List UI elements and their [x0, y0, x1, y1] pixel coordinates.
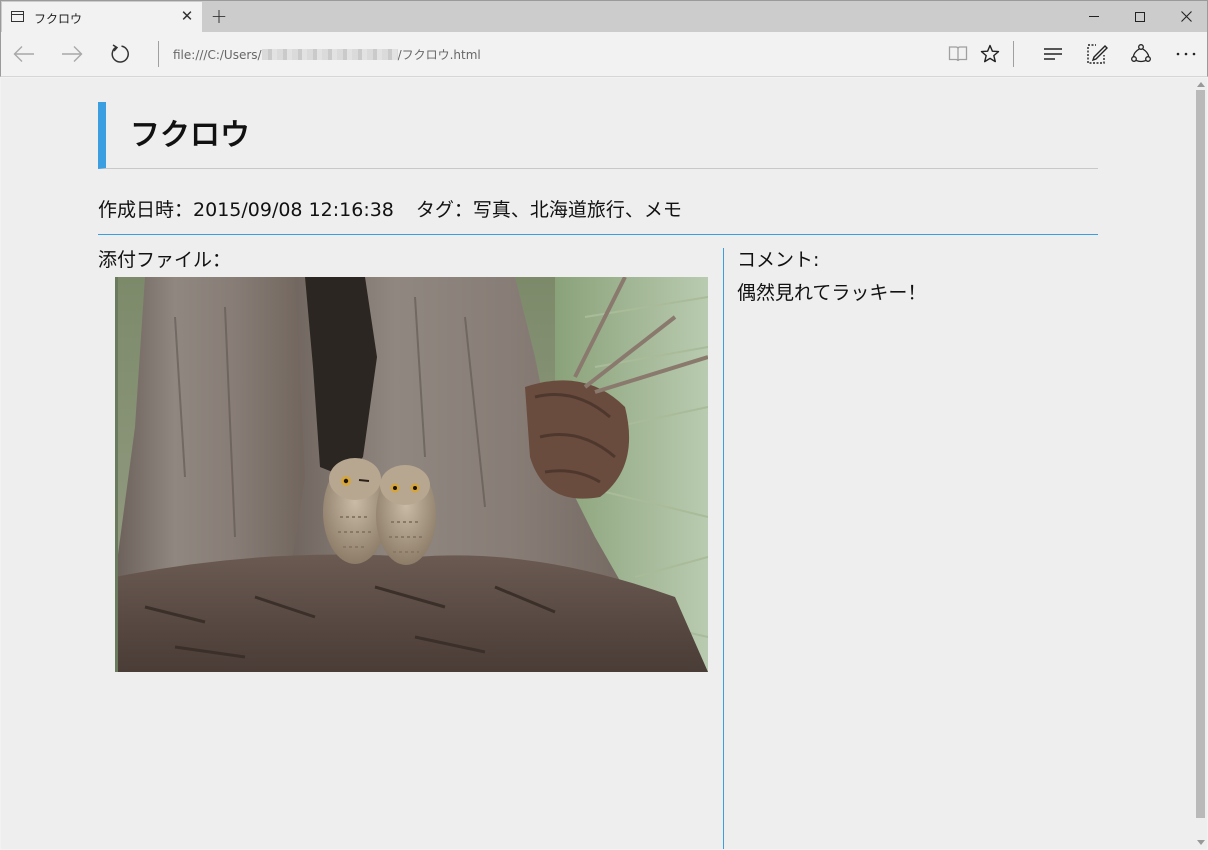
- redacted-username: [261, 49, 398, 60]
- share-button[interactable]: [1126, 39, 1156, 69]
- url-suffix: /フクロウ.html: [397, 48, 481, 62]
- attachment-label: 添付ファイル：: [98, 249, 232, 271]
- attachment-column: 添付ファイル：: [98, 248, 723, 849]
- forward-button[interactable]: [57, 39, 87, 69]
- window-icon: [11, 11, 24, 22]
- browser-tab[interactable]: フクロウ ✕: [2, 2, 202, 33]
- scroll-up-icon[interactable]: [1197, 82, 1205, 87]
- scroll-down-icon[interactable]: [1197, 840, 1205, 845]
- new-tab-button[interactable]: +: [208, 5, 230, 27]
- more-icon: [1176, 52, 1196, 56]
- url-prefix: file:///C:/Users/: [173, 48, 262, 62]
- share-icon: [1131, 44, 1151, 63]
- maximize-button[interactable]: [1117, 1, 1163, 32]
- created-value: 2015/09/08 12:16:38: [193, 199, 394, 221]
- close-icon: [1180, 11, 1192, 22]
- close-window-button[interactable]: [1163, 1, 1208, 32]
- scroll-thumb[interactable]: [1196, 90, 1205, 818]
- comment-label: コメント:: [737, 249, 820, 271]
- toolbar-separator-2: [1013, 41, 1014, 67]
- back-icon: [13, 46, 34, 62]
- column-divider: [723, 248, 724, 849]
- comment-text: 偶然見れてラッキー！: [737, 282, 927, 304]
- web-note-button[interactable]: [1082, 39, 1112, 69]
- page-title: フクロウ: [130, 118, 250, 153]
- tag-label: タグ：: [415, 199, 473, 221]
- hub-button[interactable]: [1038, 39, 1068, 69]
- forward-icon: [62, 46, 83, 62]
- star-icon: [980, 44, 1000, 63]
- web-note-icon: [1087, 44, 1108, 64]
- navigation-bar: file:///C:/Users/ /フクロウ.html: [0, 32, 1208, 77]
- page-heading: フクロウ: [98, 102, 1098, 169]
- title-bar: フクロウ ✕ +: [0, 0, 1208, 33]
- reading-view-button[interactable]: [943, 39, 973, 69]
- back-button[interactable]: [9, 39, 39, 69]
- refresh-button[interactable]: [105, 39, 135, 69]
- more-button[interactable]: [1171, 39, 1201, 69]
- close-tab-icon[interactable]: ✕: [179, 7, 195, 25]
- tag-value: 写真、北海道旅行、メモ: [472, 199, 682, 221]
- vertical-scrollbar[interactable]: [1194, 78, 1207, 849]
- reading-view-icon: [948, 46, 968, 62]
- hub-icon: [1044, 48, 1062, 60]
- metadata-row: 作成日時：2015/09/08 12:16:38 タグ：写真、北海道旅行、メモ: [98, 195, 1098, 235]
- owl-photo: [115, 277, 708, 672]
- favorite-button[interactable]: [975, 39, 1005, 69]
- comment-column: コメント: 偶然見れてラッキー！: [737, 248, 1097, 305]
- page-viewport: フクロウ 作成日時：2015/09/08 12:16:38 タグ：写真、北海道旅行…: [1, 78, 1194, 849]
- refresh-icon: [111, 44, 129, 63]
- owl-photo-image: [115, 277, 708, 672]
- tab-title: フクロウ: [34, 12, 83, 26]
- minimize-icon: [1089, 16, 1099, 17]
- created-label: 作成日時：: [98, 199, 194, 221]
- maximize-icon: [1135, 11, 1145, 22]
- minimize-button[interactable]: [1071, 1, 1117, 32]
- address-bar[interactable]: file:///C:/Users/ /フクロウ.html: [173, 46, 481, 63]
- toolbar-separator: [158, 41, 159, 67]
